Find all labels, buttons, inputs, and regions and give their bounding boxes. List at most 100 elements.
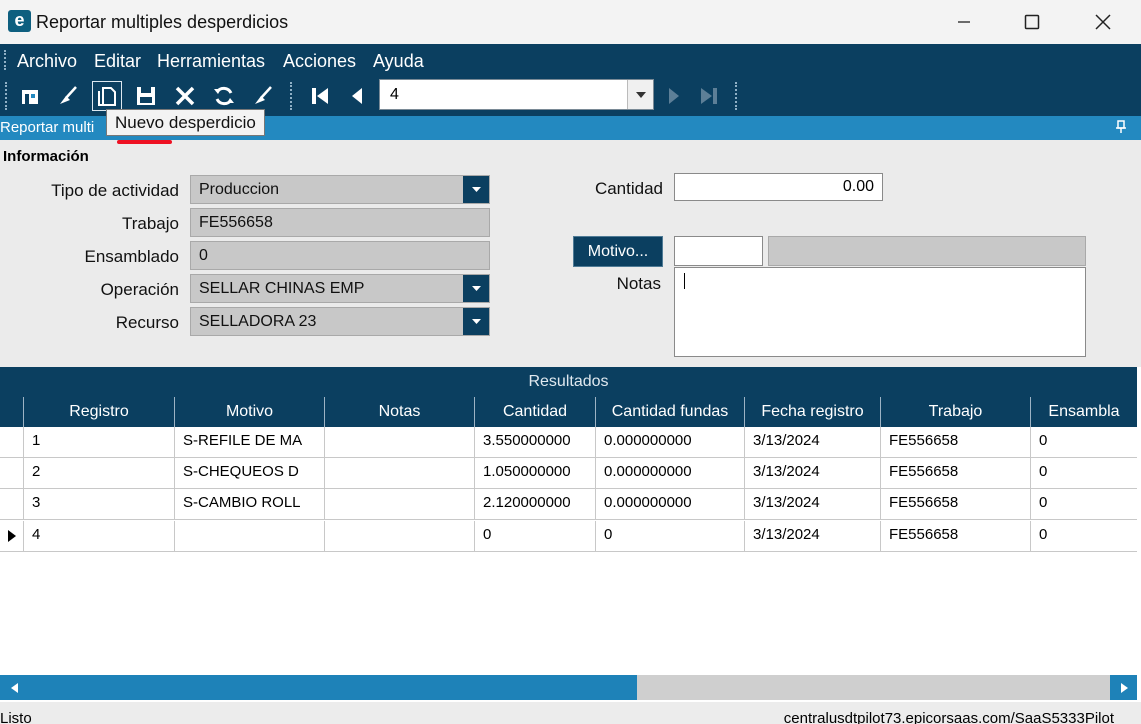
cell-notas[interactable]	[325, 521, 475, 552]
cell-motivo[interactable]: S-REFILE DE MA	[175, 427, 325, 458]
cell-registro[interactable]: 2	[24, 458, 175, 489]
cell-cantidad[interactable]: 0	[475, 521, 596, 552]
cell-motivo[interactable]	[175, 521, 325, 552]
minimize-button[interactable]	[929, 0, 999, 44]
row-indicator[interactable]	[0, 427, 24, 458]
cell-cantidad-fundas[interactable]: 0.000000000	[596, 427, 745, 458]
cell-ensamblado[interactable]: 0	[1031, 521, 1137, 552]
panel-caption-text: Reportar multi	[0, 119, 95, 136]
record-selector[interactable]: 4	[379, 79, 654, 110]
notas-textarea[interactable]	[674, 267, 1086, 357]
cantidad-input[interactable]: 0.00	[674, 173, 883, 201]
column-header-motivo[interactable]: Motivo	[175, 397, 325, 427]
clear-all-button[interactable]	[248, 81, 278, 111]
cell-ensamblado[interactable]: 0	[1031, 427, 1137, 458]
cell-registro[interactable]: 4	[24, 521, 175, 552]
cell-notas[interactable]	[325, 489, 475, 520]
clear-button[interactable]	[53, 81, 83, 111]
cell-trabajo[interactable]: FE556658	[881, 521, 1031, 552]
motivo-code-input[interactable]	[674, 236, 763, 266]
scrollbar-track[interactable]	[637, 675, 1110, 700]
save-button[interactable]	[131, 81, 161, 111]
column-header-fecha-registro[interactable]: Fecha registro	[745, 397, 881, 427]
scroll-right-icon	[1120, 682, 1128, 693]
current-row-indicator[interactable]	[0, 521, 24, 552]
horizontal-scrollbar[interactable]	[0, 675, 1137, 700]
column-header-notas[interactable]: Notas	[325, 397, 475, 427]
scroll-left-icon	[10, 682, 18, 693]
trabajo-field[interactable]: FE556658	[190, 208, 490, 237]
cell-cantidad-fundas[interactable]: 0.000000000	[596, 458, 745, 489]
operacion-label: Operación	[100, 280, 179, 299]
maximize-icon	[1024, 14, 1040, 30]
highlight-underline	[117, 140, 172, 144]
column-header-registro[interactable]: Registro	[24, 397, 175, 427]
next-record-button[interactable]	[659, 81, 689, 111]
tipo-actividad-select[interactable]: Produccion	[190, 175, 490, 204]
cell-trabajo[interactable]: FE556658	[881, 458, 1031, 489]
cell-notas[interactable]	[325, 458, 475, 489]
cell-fecha[interactable]: 3/13/2024	[745, 489, 881, 520]
new-document-icon	[98, 87, 116, 106]
home-button[interactable]	[15, 81, 45, 111]
pin-icon[interactable]	[1115, 120, 1127, 134]
window-title: Reportar multiples desperdicios	[36, 12, 289, 32]
row-indicator[interactable]	[0, 489, 24, 520]
cell-fecha[interactable]: 3/13/2024	[745, 427, 881, 458]
save-icon	[137, 87, 155, 105]
close-button[interactable]	[1068, 0, 1138, 44]
cell-cantidad-fundas[interactable]: 0	[596, 521, 745, 552]
delete-button[interactable]	[170, 81, 200, 111]
refresh-button[interactable]	[209, 81, 239, 111]
menu-acciones[interactable]: Acciones	[283, 51, 356, 72]
column-header-cantidad[interactable]: Cantidad	[475, 397, 596, 427]
last-record-button[interactable]	[694, 81, 724, 111]
chevron-down-icon[interactable]	[463, 176, 489, 203]
cell-cantidad-fundas[interactable]: 0.000000000	[596, 489, 745, 520]
previous-record-icon	[352, 88, 362, 104]
cell-registro[interactable]: 3	[24, 489, 175, 520]
row-indicator[interactable]	[0, 458, 24, 489]
delete-x-icon	[175, 86, 195, 106]
motivo-button[interactable]: Motivo...	[573, 236, 663, 267]
cell-ensamblado[interactable]: 0	[1031, 458, 1137, 489]
menu-editar[interactable]: Editar	[94, 51, 141, 72]
chevron-down-icon[interactable]	[463, 275, 489, 302]
cell-motivo[interactable]: S-CHEQUEOS D	[175, 458, 325, 489]
first-record-button[interactable]	[305, 81, 335, 111]
scroll-right-button[interactable]	[1111, 675, 1137, 700]
cell-cantidad[interactable]: 1.050000000	[475, 458, 596, 489]
chevron-down-icon[interactable]	[463, 308, 489, 335]
close-icon	[1095, 14, 1111, 30]
cell-trabajo[interactable]: FE556658	[881, 489, 1031, 520]
operacion-value: SELLAR CHINAS EMP	[199, 280, 365, 297]
cell-cantidad[interactable]: 3.550000000	[475, 427, 596, 458]
cell-trabajo[interactable]: FE556658	[881, 427, 1031, 458]
scroll-left-button[interactable]	[3, 675, 25, 700]
cell-registro[interactable]: 1	[24, 427, 175, 458]
menu-archivo[interactable]: Archivo	[17, 51, 77, 72]
cell-ensamblado[interactable]: 0	[1031, 489, 1137, 520]
ensamblado-value: 0	[199, 247, 208, 264]
cell-notas[interactable]	[325, 427, 475, 458]
cell-fecha[interactable]: 3/13/2024	[745, 521, 881, 552]
maximize-button[interactable]	[997, 0, 1067, 44]
column-header-cantidad-fundas[interactable]: Cantidad fundas	[596, 397, 745, 427]
cell-fecha[interactable]: 3/13/2024	[745, 458, 881, 489]
cell-motivo[interactable]: S-CAMBIO ROLL	[175, 489, 325, 520]
row-indicator-header	[0, 397, 24, 427]
recurso-select[interactable]: SELLADORA 23	[190, 307, 490, 336]
new-button[interactable]	[92, 81, 122, 111]
ensamblado-field[interactable]: 0	[190, 241, 490, 270]
operacion-select[interactable]: SELLAR CHINAS EMP	[190, 274, 490, 303]
cell-cantidad[interactable]: 2.120000000	[475, 489, 596, 520]
menu-ayuda[interactable]: Ayuda	[373, 51, 424, 72]
status-bar: Listo centralusdtpilot73.epicorsaas.com/…	[0, 702, 1141, 724]
cantidad-value: 0.00	[842, 178, 874, 195]
chevron-down-icon[interactable]	[627, 80, 653, 109]
column-header-ensamblado[interactable]: Ensambla	[1031, 397, 1137, 427]
menu-herramientas[interactable]: Herramientas	[157, 51, 265, 72]
previous-record-button[interactable]	[342, 81, 372, 111]
current-row-arrow-icon	[7, 530, 16, 542]
column-header-trabajo[interactable]: Trabajo	[881, 397, 1031, 427]
